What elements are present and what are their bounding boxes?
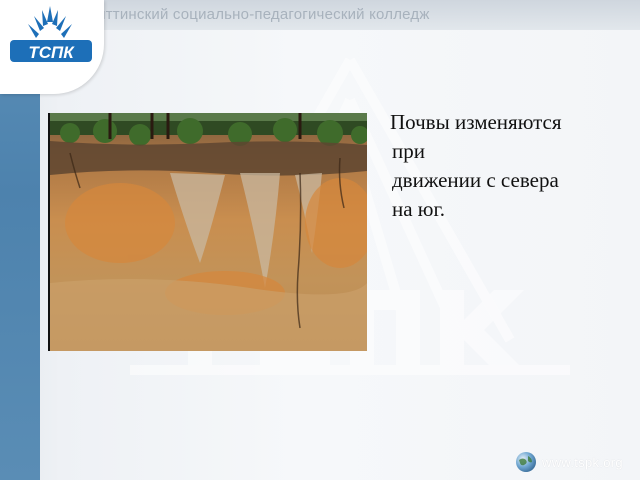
globe-icon [516,452,536,472]
slide-text-line: при [392,139,425,163]
website-link[interactable]: www.tspk.org [542,455,623,470]
soil-profile-photo [48,113,367,351]
slide-text: Почвы изменяются при движении с севера н… [390,108,620,224]
soil-photo-image [50,113,367,351]
logo-text: ТСПК [28,43,75,62]
slide-text-line: Почвы изменяются [390,110,562,134]
slide-text-line: на юг. [392,197,445,221]
slide-text-line: движении с севера [392,168,559,192]
college-logo: ТСПК [0,0,104,94]
college-logo-icon: ТСПК [10,6,92,62]
college-name: Тольяттинский социально-педагогический к… [64,6,430,23]
